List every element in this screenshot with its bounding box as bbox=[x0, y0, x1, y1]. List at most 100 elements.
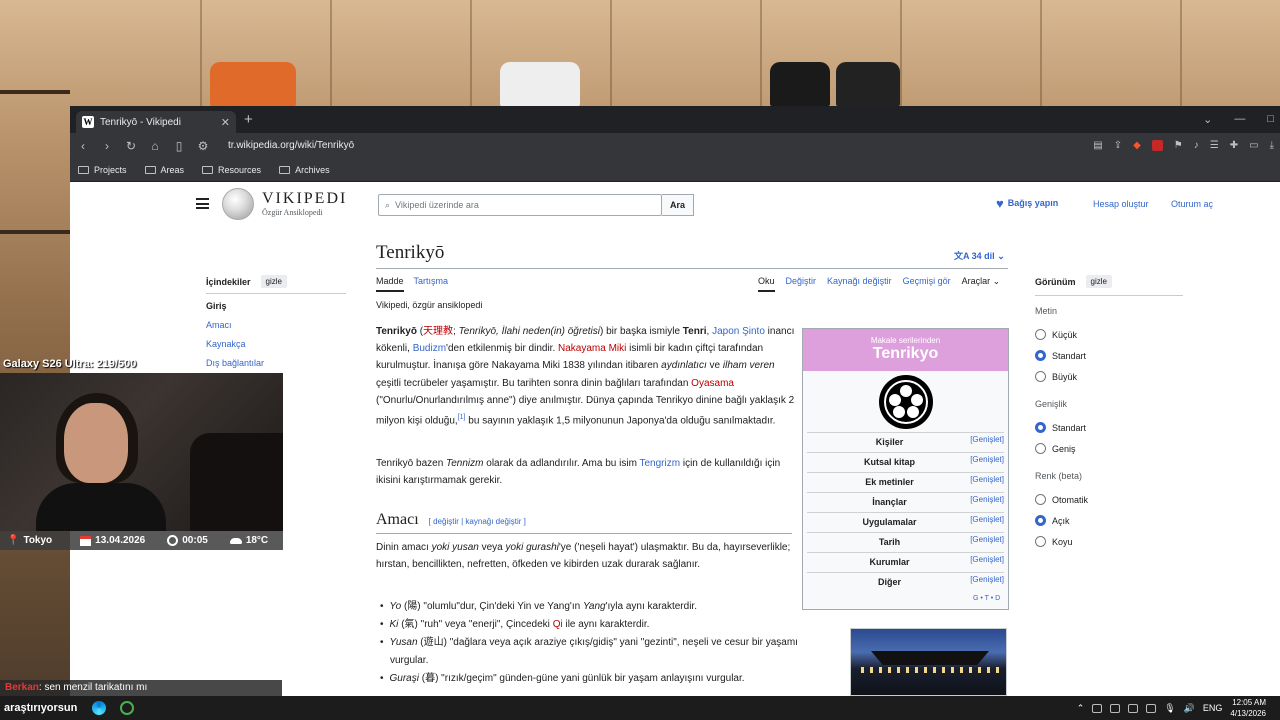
radio-width-standard[interactable]: Standart bbox=[1035, 417, 1183, 438]
language-indicator[interactable]: ENG bbox=[1203, 703, 1223, 713]
address-bar[interactable]: tr.wikipedia.org/wiki/Tenrikyō bbox=[228, 140, 1083, 151]
section-edit-links[interactable]: [ değiştir | kaynağı değiştir ] bbox=[429, 517, 526, 526]
italic: Yusan bbox=[389, 637, 418, 648]
radio-width-wide[interactable]: Geniş bbox=[1035, 438, 1183, 459]
tray-icon[interactable] bbox=[1128, 703, 1139, 713]
toc-item-intro[interactable]: Giriş bbox=[206, 301, 227, 311]
search-button[interactable]: Ara bbox=[662, 194, 694, 216]
audio-icon[interactable]: ♪ bbox=[1194, 140, 1199, 151]
link-shinto[interactable]: Japon Şinto bbox=[712, 326, 765, 337]
expand-link[interactable]: [Genişlet] bbox=[970, 455, 1004, 464]
list-icon[interactable]: ☰ bbox=[1210, 140, 1219, 151]
navbox-vte-links[interactable]: G • T • D bbox=[973, 595, 1000, 602]
row-label: Uygulamalar bbox=[862, 517, 917, 527]
radio-text-standard[interactable]: Standart bbox=[1035, 345, 1183, 366]
logo-wordmark[interactable]: Vikipedi bbox=[262, 190, 347, 208]
forward-icon[interactable]: › bbox=[100, 139, 114, 153]
radio-color-auto[interactable]: Otomatik bbox=[1035, 489, 1183, 510]
infobox-title[interactable]: Tenrikyo bbox=[803, 345, 1008, 363]
split-view-icon[interactable]: ▯ bbox=[172, 139, 186, 153]
toc-item-references[interactable]: Kaynakça bbox=[206, 339, 246, 349]
taskbar-clock[interactable]: 12:05 AM 4/13/2026 bbox=[1230, 697, 1266, 719]
bookmark-projects[interactable]: Projects bbox=[78, 165, 127, 175]
expand-link[interactable]: [Genişlet] bbox=[970, 435, 1004, 444]
maximize-icon[interactable]: □ bbox=[1267, 113, 1274, 126]
temple-photo[interactable] bbox=[850, 628, 1007, 696]
bookmark-areas[interactable]: Areas bbox=[144, 165, 184, 175]
link-nakayama-miki[interactable]: Nakayama Miki bbox=[558, 343, 626, 354]
expand-link[interactable]: [Genişlet] bbox=[970, 535, 1004, 544]
tab-article[interactable]: Madde bbox=[376, 276, 404, 292]
radio-color-dark[interactable]: Koyu bbox=[1035, 531, 1183, 552]
microphone-icon[interactable]: 🎙 bbox=[1164, 703, 1175, 714]
row-label: Diğer bbox=[877, 577, 901, 587]
expand-link[interactable]: [Genişlet] bbox=[970, 575, 1004, 584]
reader-mode-icon[interactable]: ▤ bbox=[1093, 140, 1102, 151]
appearance-header: Görünüm gizle bbox=[1035, 275, 1183, 288]
toc-hide-button[interactable]: gizle bbox=[260, 275, 287, 288]
close-tab-icon[interactable]: ✕ bbox=[221, 116, 230, 129]
radio-text-large[interactable]: Büyük bbox=[1035, 366, 1183, 387]
back-icon[interactable]: ‹ bbox=[76, 139, 90, 153]
expand-link[interactable]: [Genişlet] bbox=[970, 515, 1004, 524]
new-tab-icon[interactable]: + bbox=[244, 111, 253, 128]
folder-icon bbox=[78, 165, 89, 174]
search-input[interactable]: ⌕ Vikipedi üzerinde ara bbox=[378, 194, 662, 216]
login-link[interactable]: Oturum aç bbox=[1171, 199, 1213, 209]
tray-icon[interactable] bbox=[1092, 703, 1103, 713]
tray-icon[interactable] bbox=[1110, 703, 1121, 713]
expand-link[interactable]: [Genişlet] bbox=[970, 555, 1004, 564]
link-tengrism[interactable]: Tengrizm bbox=[640, 458, 681, 469]
volume-icon[interactable]: 🔊 bbox=[1184, 703, 1195, 714]
sidebar-icon[interactable]: ▭ bbox=[1249, 140, 1258, 151]
radio-text-small[interactable]: Küçük bbox=[1035, 324, 1183, 345]
create-account-link[interactable]: Hesap oluştur bbox=[1093, 199, 1149, 209]
reference-link[interactable]: [1] bbox=[458, 414, 466, 421]
site-info-icon[interactable]: ⚙ bbox=[196, 139, 210, 153]
share-icon[interactable]: ⇪ bbox=[1114, 140, 1122, 151]
bookmark-archives[interactable]: Archives bbox=[279, 165, 330, 175]
text: Dinin amacı bbox=[376, 542, 432, 553]
tray-icon[interactable] bbox=[1146, 703, 1157, 713]
tab-tools[interactable]: Araçlar ⌄ bbox=[962, 276, 1001, 292]
link-buddhism[interactable]: Budizm bbox=[413, 343, 446, 354]
minimize-icon[interactable]: — bbox=[1234, 113, 1245, 126]
brave-shields-icon[interactable]: ◆ bbox=[1133, 140, 1141, 151]
text: 'den etkilenmiş bir dindir. bbox=[446, 343, 559, 355]
chat-username: Berkan bbox=[5, 682, 39, 693]
tab-read[interactable]: Oku bbox=[758, 276, 775, 292]
wikipedia-globe-logo[interactable] bbox=[222, 188, 254, 220]
edge-icon[interactable] bbox=[92, 701, 106, 715]
toc-item-purpose[interactable]: Amacı bbox=[206, 320, 232, 330]
toc-item-external-links[interactable]: Dış bağlantılar bbox=[206, 358, 264, 368]
puzzle-icon[interactable]: ✚ bbox=[1230, 140, 1238, 151]
donate-link[interactable]: ♥ Bağış yapın bbox=[996, 197, 1058, 210]
tab-search-icon[interactable]: ⌄ bbox=[1203, 113, 1212, 126]
download-icon[interactable]: ⤓ bbox=[1270, 140, 1274, 151]
tab-wikipedia[interactable]: W Tenrikyō - Vikipedi ✕ bbox=[76, 111, 236, 133]
language-button[interactable]: 文A 34 dil ⌄ bbox=[954, 249, 1005, 262]
appearance-hide-button[interactable]: gizle bbox=[1085, 275, 1112, 288]
link-oyasama[interactable]: Oyasama bbox=[691, 378, 734, 389]
expand-link[interactable]: [Genişlet] bbox=[970, 495, 1004, 504]
kanji-link[interactable]: 天理教 bbox=[423, 326, 453, 337]
tab-edit[interactable]: Değiştir bbox=[786, 276, 817, 292]
group-label-width: Genişlik bbox=[1035, 399, 1068, 409]
bookmark-resources[interactable]: Resources bbox=[202, 165, 261, 175]
infobox-header: Makale serilerinden Tenrikyo bbox=[803, 329, 1008, 371]
extension-badge-icon[interactable]: ⚑ bbox=[1174, 140, 1183, 151]
tab-edit-source[interactable]: Kaynağı değiştir bbox=[827, 276, 892, 292]
reload-icon[interactable]: ↻ bbox=[124, 139, 138, 153]
folder-icon bbox=[144, 165, 156, 174]
tab-history[interactable]: Geçmişi gör bbox=[903, 276, 951, 292]
home-icon[interactable]: ⌂ bbox=[148, 139, 162, 153]
expand-link[interactable]: [Genişlet] bbox=[970, 475, 1004, 484]
main-menu-icon[interactable] bbox=[196, 198, 209, 209]
radio-color-light[interactable]: Açık bbox=[1035, 510, 1183, 531]
link-qi[interactable]: Qi bbox=[553, 619, 563, 630]
chevron-up-icon[interactable]: ⌃ bbox=[1077, 703, 1085, 714]
app-icon[interactable] bbox=[120, 701, 134, 715]
extension-icon[interactable] bbox=[1151, 140, 1163, 151]
purpose-list: Yo (陽) "olumlu"dur, Çin'deki Yin ve Yang… bbox=[380, 598, 836, 688]
tab-talk[interactable]: Tartışma bbox=[414, 276, 449, 292]
